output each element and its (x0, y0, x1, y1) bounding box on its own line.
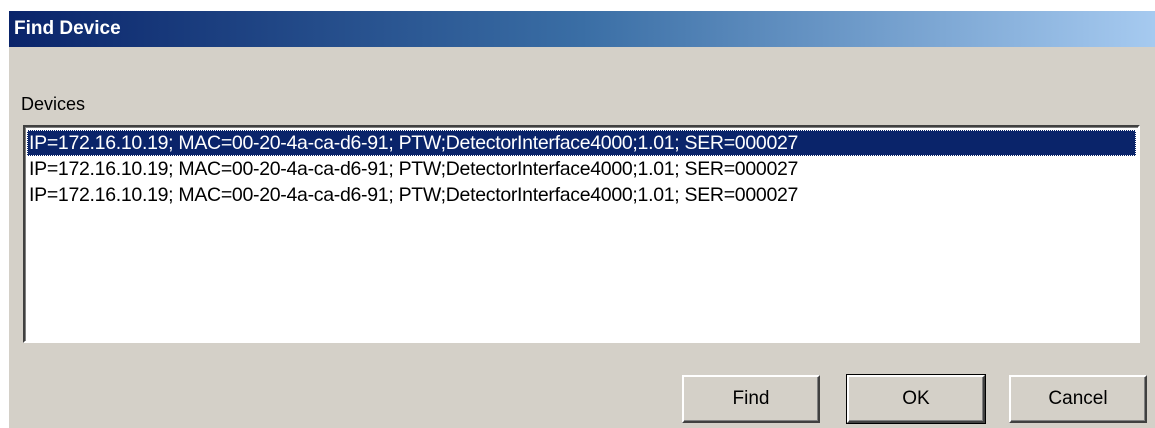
title-bar[interactable]: Find Device (9, 11, 1155, 47)
dialog-title: Find Device (14, 18, 121, 39)
device-list-item[interactable]: IP=172.16.10.19; MAC=00-20-4a-ca-d6-91; … (27, 156, 1136, 182)
cancel-button[interactable]: Cancel (1009, 375, 1147, 423)
find-device-dialog: Find Device Devices IP=172.16.10.19; MAC… (8, 10, 1155, 428)
devices-listbox[interactable]: IP=172.16.10.19; MAC=00-20-4a-ca-d6-91; … (23, 125, 1140, 343)
device-list-item[interactable]: IP=172.16.10.19; MAC=00-20-4a-ca-d6-91; … (27, 182, 1136, 208)
devices-label: Devices (21, 94, 86, 114)
ok-button[interactable]: OK (846, 374, 986, 424)
find-button[interactable]: Find (682, 375, 820, 423)
device-list-item[interactable]: IP=172.16.10.19; MAC=00-20-4a-ca-d6-91; … (27, 130, 1136, 156)
